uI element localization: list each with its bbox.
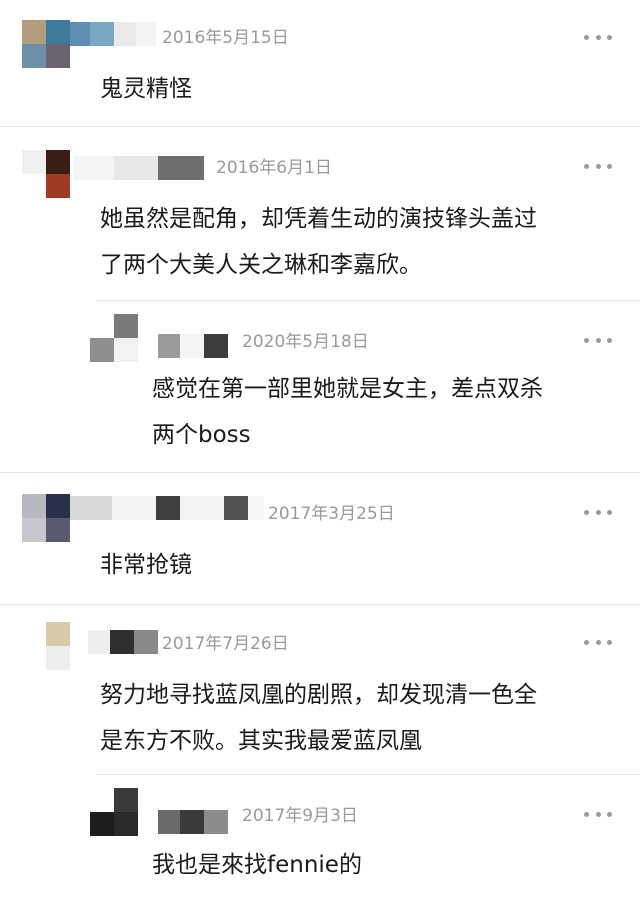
comment-text-line: 努力地寻找蓝凤凰的剧照，却发现清一色全 (100, 682, 537, 708)
divider (0, 604, 640, 605)
divider (96, 774, 640, 775)
username-blurred[interactable] (158, 810, 228, 834)
username-blurred[interactable] (158, 334, 228, 358)
divider (0, 126, 640, 127)
username-blurred[interactable] (70, 22, 156, 46)
comment-text-line: 了两个大美人关之琳和李嘉欣。 (100, 252, 422, 278)
avatar[interactable] (90, 314, 138, 362)
avatar[interactable] (22, 622, 70, 670)
comment-date: 2017年9月3日 (242, 806, 358, 826)
more-dots-icon[interactable] (584, 636, 612, 648)
comment-date: 2017年3月25日 (268, 504, 395, 524)
comment-date: 2016年5月15日 (162, 28, 289, 48)
comment-text-line: 两个boss (152, 422, 251, 448)
username-blurred[interactable] (70, 496, 264, 520)
divider (96, 300, 640, 301)
avatar[interactable] (22, 494, 70, 542)
comment-text-line: 非常抢镜 (100, 552, 192, 578)
avatar[interactable] (22, 20, 70, 68)
comment-text-line: 鬼灵精怪 (100, 76, 192, 102)
avatar[interactable] (22, 150, 70, 198)
comment-date: 2016年6月1日 (216, 158, 332, 178)
comment-text-line: 是东方不败。其实我最爱蓝凤凰 (100, 728, 422, 754)
comment-text-line: 感觉在第一部里她就是女主，差点双杀 (152, 376, 543, 402)
comment-date: 2017年7月26日 (162, 634, 289, 654)
more-dots-icon[interactable] (584, 808, 612, 820)
divider (0, 472, 640, 473)
avatar[interactable] (90, 788, 138, 836)
more-dots-icon[interactable] (584, 334, 612, 346)
comment-date: 2020年5月18日 (242, 332, 369, 352)
comment-feed: 2016年5月15日 鬼灵精怪 2016年6月1日 她虽然是配角，却凭着生动的演… (0, 0, 640, 903)
username-blurred[interactable] (74, 156, 204, 180)
comment-text-line: 我也是來找fennie的 (152, 852, 362, 878)
username-blurred[interactable] (88, 630, 158, 654)
comment-text-line: 她虽然是配角，却凭着生动的演技锋头盖过 (100, 206, 537, 232)
more-dots-icon[interactable] (584, 160, 612, 172)
more-dots-icon[interactable] (584, 31, 612, 43)
more-dots-icon[interactable] (584, 506, 612, 518)
